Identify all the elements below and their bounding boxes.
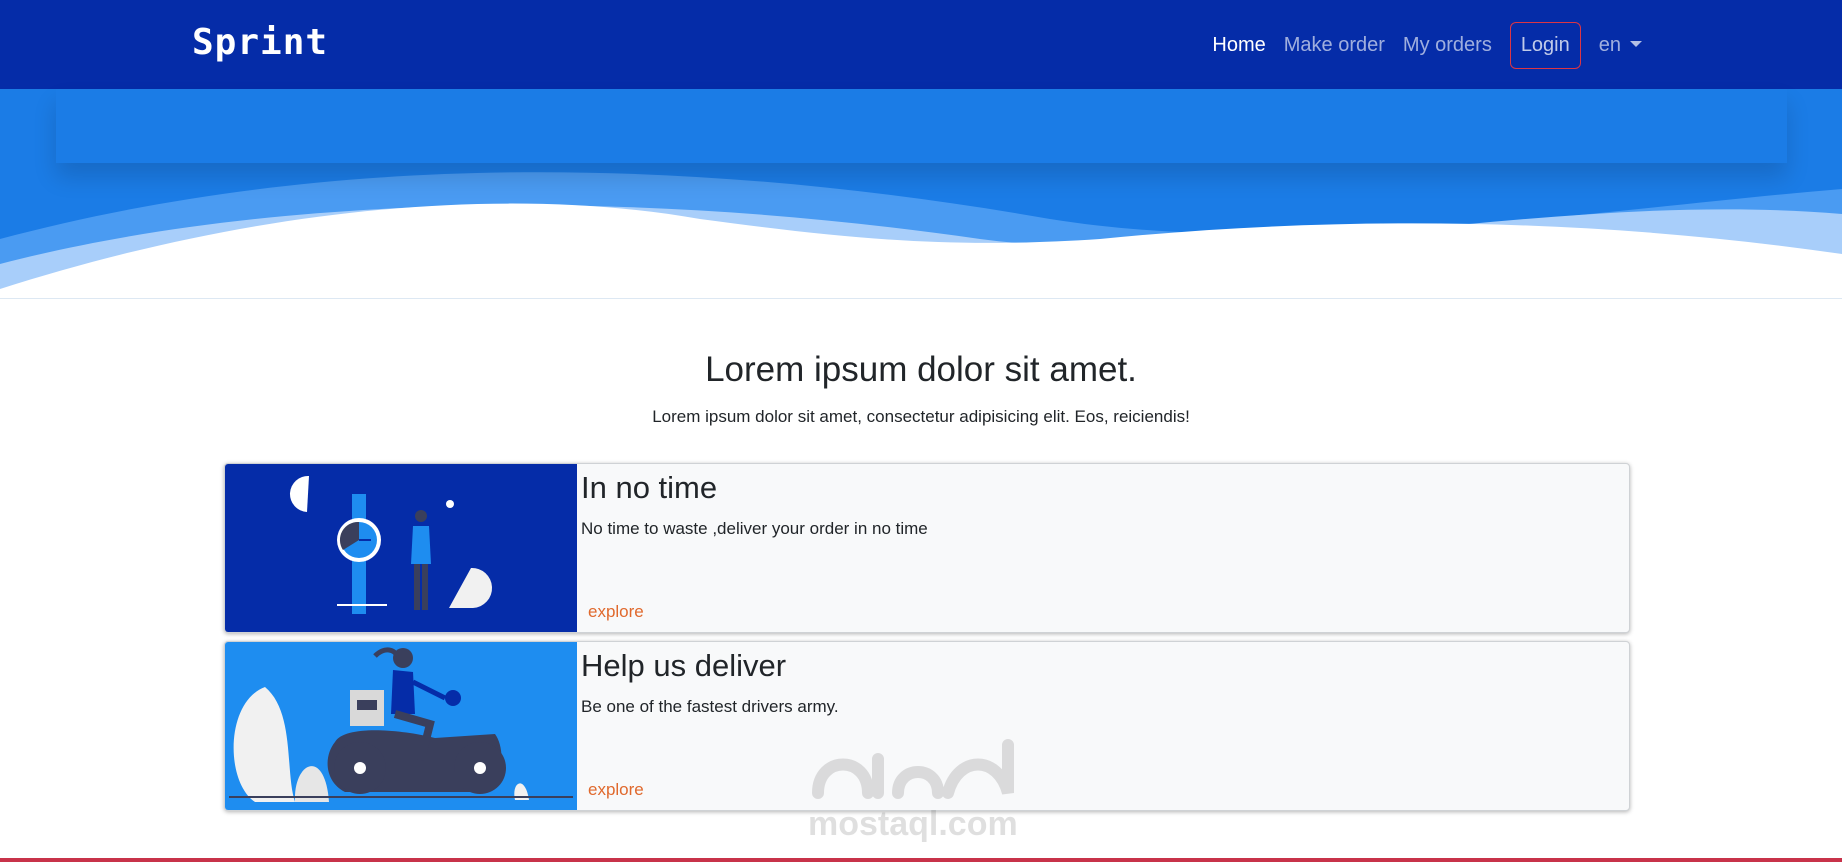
section-title: Lorem ipsum dolor sit amet.	[705, 350, 1137, 389]
feature-card-in-no-time: In no time No time to waste ,deliver you…	[224, 463, 1630, 633]
bottom-border	[0, 858, 1842, 862]
card-title: Help us deliver	[581, 648, 787, 683]
card-title: In no time	[581, 470, 718, 505]
watermark-text: mostaql.com	[808, 805, 1018, 843]
navbar: Sprint Home Make order My orders Login e…	[0, 0, 1842, 89]
nav-links: Home Make order My orders Login en	[1194, 20, 1642, 70]
hero-panel	[56, 89, 1787, 163]
explore-link[interactable]: explore	[588, 602, 644, 622]
watermark: mostaql.com	[808, 735, 1034, 844]
watermark-logo-icon	[812, 739, 1014, 799]
chevron-down-icon	[1630, 40, 1642, 47]
nav-my-orders[interactable]: My orders	[1403, 34, 1492, 57]
scooter-rider-illustration	[225, 642, 577, 810]
section-subtitle: Lorem ipsum dolor sit amet, consectetur …	[652, 407, 1190, 426]
explore-link[interactable]: explore	[588, 780, 644, 800]
nav-home[interactable]: Home	[1212, 34, 1265, 57]
card-text: No time to waste ,deliver your order in …	[581, 519, 928, 538]
hero-divider	[0, 298, 1842, 299]
nav-login-button[interactable]: Login	[1509, 21, 1581, 69]
language-dropdown[interactable]: en	[1599, 34, 1642, 57]
language-label: en	[1598, 33, 1621, 56]
clock-person-illustration	[225, 464, 577, 632]
nav-make-order[interactable]: Make order	[1284, 34, 1385, 57]
card-text: Be one of the fastest drivers army.	[581, 697, 839, 716]
brand-logo[interactable]: Sprint	[192, 22, 328, 63]
